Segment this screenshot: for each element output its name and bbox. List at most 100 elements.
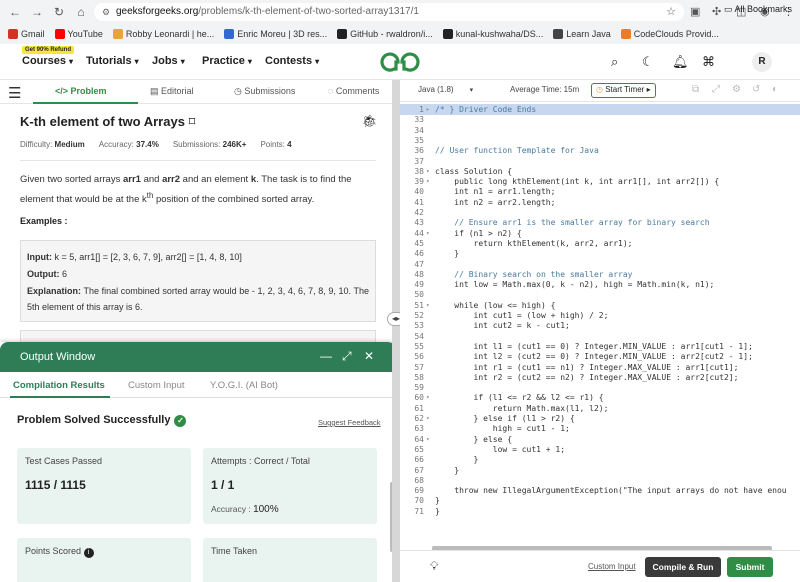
nav-contests-label: Contests xyxy=(265,55,313,67)
all-bookmarks-label: All Bookmarks xyxy=(734,4,792,14)
bookmark-item[interactable]: Gmail xyxy=(8,29,45,39)
minimize-icon[interactable]: — xyxy=(320,349,332,363)
search-icon[interactable]: ⌕ xyxy=(611,54,618,70)
submissions: Submissions: 246K+ xyxy=(173,140,247,149)
bookmark-item[interactable]: kunal-kushwaha/DS... xyxy=(442,29,544,39)
site-info-icon[interactable]: ⚙ xyxy=(102,3,110,21)
back-icon[interactable]: ← xyxy=(4,5,26,19)
chevron-down-icon: ▾ xyxy=(180,57,185,66)
nav-contests[interactable]: Contests ▾ xyxy=(265,55,319,67)
desc-text: and xyxy=(140,174,163,185)
example-box: Input: k = 5, arr1[] = [2, 3, 6, 7, 9], … xyxy=(20,240,376,322)
nav-courses-label: Courses xyxy=(22,55,67,67)
bookmark-label: kunal-kushwaha/DS... xyxy=(455,29,544,39)
expand-icon[interactable]: ⤢ xyxy=(342,349,352,364)
tab-editorial-label: Editorial xyxy=(161,86,194,96)
time-taken-card: Time Taken xyxy=(203,538,377,582)
suggest-feedback-link[interactable]: Suggest Feedback xyxy=(318,418,381,427)
report-bug-icon[interactable]: 🐞︎ xyxy=(362,114,377,128)
avatar[interactable]: R xyxy=(752,52,772,72)
tab-comments[interactable]: ◌ Comments xyxy=(328,86,379,96)
output-window-header: Output Window — ⤢ ✕ xyxy=(0,342,392,372)
nav-jobs[interactable]: Jobs ▾ xyxy=(152,55,185,67)
refund-badge[interactable]: Get 90% Refund xyxy=(22,46,75,54)
pane-splitter[interactable]: ◂▸ xyxy=(387,80,405,582)
gfg-logo[interactable] xyxy=(378,50,422,74)
dark-mode-icon[interactable]: ☾ xyxy=(642,54,654,70)
notification-bell-icon[interactable]: 🔔︎ xyxy=(672,54,689,70)
bookmark-item[interactable]: Learn Java xyxy=(553,29,611,39)
translate-icon[interactable]: ⌘ xyxy=(702,54,715,70)
play-icon: ▸ xyxy=(646,85,651,94)
info-icon[interactable]: i xyxy=(83,548,94,558)
bookmark-item[interactable]: YouTube xyxy=(54,29,103,39)
points: Points: 4 xyxy=(260,140,291,149)
test-cases-label: Test Cases Passed xyxy=(25,456,103,466)
comment-icon: ◌ xyxy=(328,86,336,96)
lightbulb-icon[interactable]: 💡︎ xyxy=(430,559,438,574)
output-tabs: Compilation Results Custom Input Y.O.G.I… xyxy=(0,372,392,398)
nav-tutorials[interactable]: Tutorials ▾ xyxy=(86,55,139,67)
fullscreen-icon[interactable]: ⤢ xyxy=(712,84,720,95)
bookmark-item[interactable]: Robby Leonardi | he... xyxy=(112,29,214,39)
extensions-puzzle-icon[interactable]: ✣ xyxy=(712,5,721,18)
submissions-label: Submissions: xyxy=(172,140,221,149)
bookmark-item[interactable]: GitHub - rwaldron/i... xyxy=(337,29,433,39)
editor-toolbar: Java (1.8) ▾ Average Time: 15m ◷ Start Ti… xyxy=(400,80,800,102)
desc-text: and an element xyxy=(180,174,251,185)
compile-run-button[interactable]: Compile & Run xyxy=(645,557,721,577)
start-timer-button[interactable]: ◷ Start Timer ▸ xyxy=(591,83,656,98)
menu-hamburger-icon[interactable]: ☰ xyxy=(8,84,21,102)
address-bar[interactable]: ⚙ geeksforgeeks.org/problems/k-th-elemen… xyxy=(94,3,684,21)
folder-icon: ▭ xyxy=(723,4,735,14)
bookmark-label: Enric Moreu | 3D res... xyxy=(237,29,328,39)
points-scored-label: Points Scored xyxy=(25,546,82,556)
bookmark-favicon-icon xyxy=(337,29,348,39)
difficulty-value: Medium xyxy=(54,140,85,149)
bookmark-favicon-icon xyxy=(553,29,564,39)
bookmarks-bar: Gmail YouTube Robby Leonardi | he... Enric … xyxy=(0,24,800,44)
reload-icon[interactable]: ↻ xyxy=(48,5,70,19)
home-icon[interactable]: ⌂ xyxy=(70,5,92,19)
points-scored: Points Scored i xyxy=(25,546,183,558)
settings-icon[interactable]: ⚙ xyxy=(732,84,741,95)
tab-custom-input[interactable]: Custom Input xyxy=(128,380,185,391)
chevron-down-icon: ▾ xyxy=(134,57,139,66)
start-timer-label: Start Timer xyxy=(605,85,645,94)
problem-description: Given two sorted arrays arr1 and arr2 an… xyxy=(20,172,370,208)
points-scored-card: Points Scored i xyxy=(17,538,191,582)
bookmark-item[interactable]: Enric Moreu | 3D res... xyxy=(224,29,327,39)
desc-arr2: arr2 xyxy=(162,174,181,185)
nav-practice[interactable]: Practice ▾ xyxy=(202,55,252,67)
test-cases-card: Test Cases Passed 1115 / 1115 xyxy=(17,448,191,524)
bookmark-item[interactable]: CodeClouds Provid... xyxy=(620,29,719,39)
all-bookmarks[interactable]: ▭ All Bookmarks xyxy=(724,4,792,15)
accuracy-value: 37.4% xyxy=(136,140,159,149)
submit-button[interactable]: Submit xyxy=(727,557,773,577)
bookmark-label: Gmail xyxy=(21,29,45,39)
code-editor-pane: Java (1.8) ▾ Average Time: 15m ◷ Start Ti… xyxy=(400,80,800,582)
tab-compilation-results[interactable]: Compilation Results xyxy=(13,380,105,391)
tab-yogi-ai-bot[interactable]: Y.O.G.I. (AI Bot) xyxy=(210,380,278,391)
extension-icon[interactable]: ▣ xyxy=(690,5,700,18)
bookmark-favicon-icon xyxy=(112,29,123,39)
bookmark-icon[interactable]: ⌑ xyxy=(189,114,196,129)
tab-submissions[interactable]: ◷ Submissions xyxy=(234,86,295,97)
bookmark-label: Learn Java xyxy=(566,29,611,39)
bookmark-star-icon[interactable]: ☆ xyxy=(666,3,676,21)
time-taken-label: Time Taken xyxy=(211,546,258,556)
attempts-label: Attempts : Correct / Total xyxy=(211,456,310,466)
tab-problem[interactable]: </> Problem xyxy=(55,86,107,96)
forward-icon[interactable]: → xyxy=(26,5,48,19)
reset-icon[interactable]: ↺ xyxy=(752,84,760,95)
language-select[interactable]: Java (1.8) ▾ xyxy=(418,85,473,94)
tab-editorial[interactable]: ▤ Editorial xyxy=(150,86,194,97)
code-area[interactable]: 1 ▸/* } Driver Code Ends 33 34 35 36// User f… xyxy=(400,102,800,542)
theme-icon[interactable]: ◐ xyxy=(772,84,778,95)
timer-icon: ◷ xyxy=(596,85,606,94)
close-icon[interactable]: ✕ xyxy=(364,349,374,363)
custom-input-link[interactable]: Custom Input xyxy=(588,562,636,571)
copy-icon[interactable]: ⧉ xyxy=(692,84,699,95)
nav-courses[interactable]: Courses ▾ xyxy=(22,55,73,67)
page-title: K-th element of two Arrays ⌑ xyxy=(20,114,195,130)
